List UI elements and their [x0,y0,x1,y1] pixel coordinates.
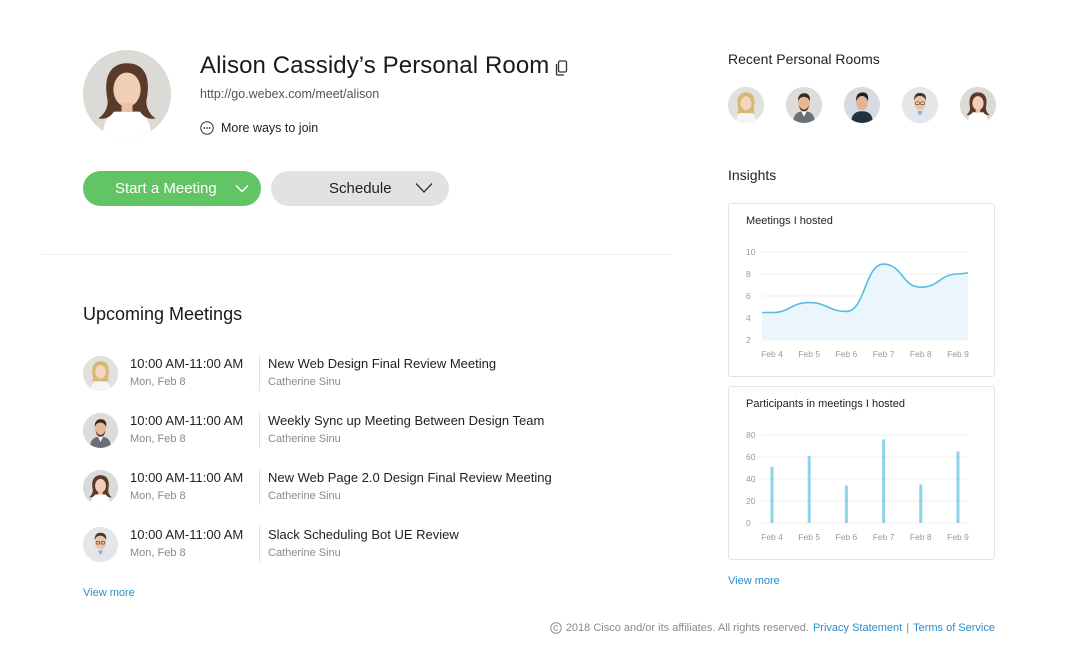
y-tick-label: 20 [746,496,756,506]
bar [807,455,811,523]
y-tick-label: 8 [746,269,751,279]
meeting-row[interactable]: 10:00 AM-11:00 AM Mon, Feb 8 New Web Des… [83,355,673,399]
recent-rooms-title: Recent Personal Rooms [728,51,880,67]
copyright-icon [550,622,562,634]
meeting-host: Catherine Sinu [268,547,341,559]
chevron-down-icon[interactable] [415,182,433,194]
x-tick-label: Feb 8 [910,532,932,542]
meeting-row[interactable]: 10:00 AM-11:00 AM Mon, Feb 8 New Web Pag… [83,469,673,513]
room-title: Alison Cassidy’s Personal Room [200,52,550,79]
x-tick-label: Feb 5 [798,349,820,359]
meeting-date: Mon, Feb 8 [130,490,186,502]
recent-room-avatar[interactable] [960,87,996,123]
bar [770,466,774,523]
footer-separator: | [906,622,910,634]
chevron-down-icon[interactable] [235,184,249,193]
participants-card: Participants in meetings I hosted 0 20 40 6… [728,386,995,560]
more-options-icon [200,121,214,135]
more-ways-to-join-link[interactable]: More ways to join [200,119,318,137]
terms-of-service-link[interactable]: Terms of Service [913,622,995,634]
meetings-hosted-card: Meetings I hosted 2 4 6 8 10 Feb 4 Feb 5 Feb 6F… [728,203,995,377]
avatar [83,470,118,505]
insights-title: Insights [728,167,777,183]
recent-room-avatar[interactable] [728,87,764,123]
avatar [83,413,118,448]
meeting-host: Catherine Sinu [268,376,341,388]
y-tick-label: 0 [746,518,751,528]
y-tick-label: 2 [746,335,751,345]
x-tick-label: Feb 6 [836,532,858,542]
recent-room-avatar[interactable] [902,87,938,123]
meeting-time: 10:00 AM-11:00 AM [130,470,244,485]
x-tick-label: Feb 6 [836,349,858,359]
recent-room-avatar[interactable] [844,87,880,123]
copyright-text: 2018 Cisco and/or its affiliates. All ri… [565,622,809,634]
x-tick-label: Feb 4 [761,532,783,542]
more-ways-label: More ways to join [221,121,319,135]
meeting-time: 10:00 AM-11:00 AM [130,413,244,428]
meeting-time: 10:00 AM-11:00 AM [130,527,244,542]
schedule-button[interactable]: Schedule [271,171,449,206]
meeting-title[interactable]: New Web Page 2.0 Design Final Review Mee… [268,470,552,485]
x-tick-label: Feb 9 [947,349,969,359]
start-meeting-label: Start a Meeting [115,180,217,197]
bar [919,484,923,523]
profile-avatar [83,50,171,138]
meeting-title[interactable]: Weekly Sync up Meeting Between Design Te… [268,413,544,428]
x-tick-label: Feb 7 [873,532,895,542]
recent-room-avatar[interactable] [786,87,822,123]
y-tick-label: 6 [746,291,751,301]
x-tick-label: Feb 9 [947,532,969,542]
x-tick-label: Feb 4 [761,349,783,359]
meeting-date: Mon, Feb 8 [130,376,186,388]
meeting-time: 10:00 AM-11:00 AM [130,356,244,371]
schedule-label: Schedule [329,180,392,197]
privacy-statement-link[interactable]: Privacy Statement [813,622,902,634]
meetings-hosted-chart: 2 4 6 8 10 Feb 4 Feb 5 Feb 6 Feb 7 Feb 8 Feb 9 [746,247,969,359]
y-tick-label: 10 [746,247,756,257]
bar [956,451,960,523]
insights-view-more-link[interactable]: View more [728,575,780,587]
avatar [83,356,118,391]
room-url[interactable]: http://go.webex.com/meet/alison [200,87,379,101]
avatar [83,527,118,562]
meeting-host: Catherine Sinu [268,433,341,445]
meeting-date: Mon, Feb 8 [130,547,186,559]
meeting-separator [259,355,260,391]
x-tick-label: Feb 5 [798,532,820,542]
bar [844,485,848,523]
y-tick-label: 80 [746,430,756,440]
upcoming-view-more-link[interactable]: View more [83,587,135,599]
divider [42,254,672,255]
meeting-separator [259,469,260,505]
meeting-host: Catherine Sinu [268,490,341,502]
x-tick-label: Feb 7 [873,349,895,359]
meeting-row[interactable]: 10:00 AM-11:00 AM Mon, Feb 8 Slack Sched… [83,526,673,570]
x-tick-label: Feb 8 [910,349,932,359]
y-tick-label: 60 [746,452,756,462]
y-tick-label: 4 [746,313,751,323]
meeting-title[interactable]: New Web Design Final Review Meeting [268,356,496,371]
start-meeting-button[interactable]: Start a Meeting [83,171,261,206]
meeting-separator [259,526,260,562]
bar [882,439,886,523]
meeting-row[interactable]: 10:00 AM-11:00 AM Mon, Feb 8 Weekly Sync… [83,412,673,456]
footer: 2018 Cisco and/or its affiliates. All ri… [550,622,995,634]
participants-chart: 0 20 40 60 80 Feb 4 Feb 5 Feb 6 Feb 7 Feb 8 Feb 9 [746,430,969,542]
copy-icon[interactable] [555,60,569,76]
y-tick-label: 40 [746,474,756,484]
meeting-title[interactable]: Slack Scheduling Bot UE Review [268,527,459,542]
meeting-date: Mon, Feb 8 [130,433,186,445]
meeting-separator [259,412,260,448]
upcoming-meetings-title: Upcoming Meetings [83,304,243,324]
area-fill [762,264,968,340]
